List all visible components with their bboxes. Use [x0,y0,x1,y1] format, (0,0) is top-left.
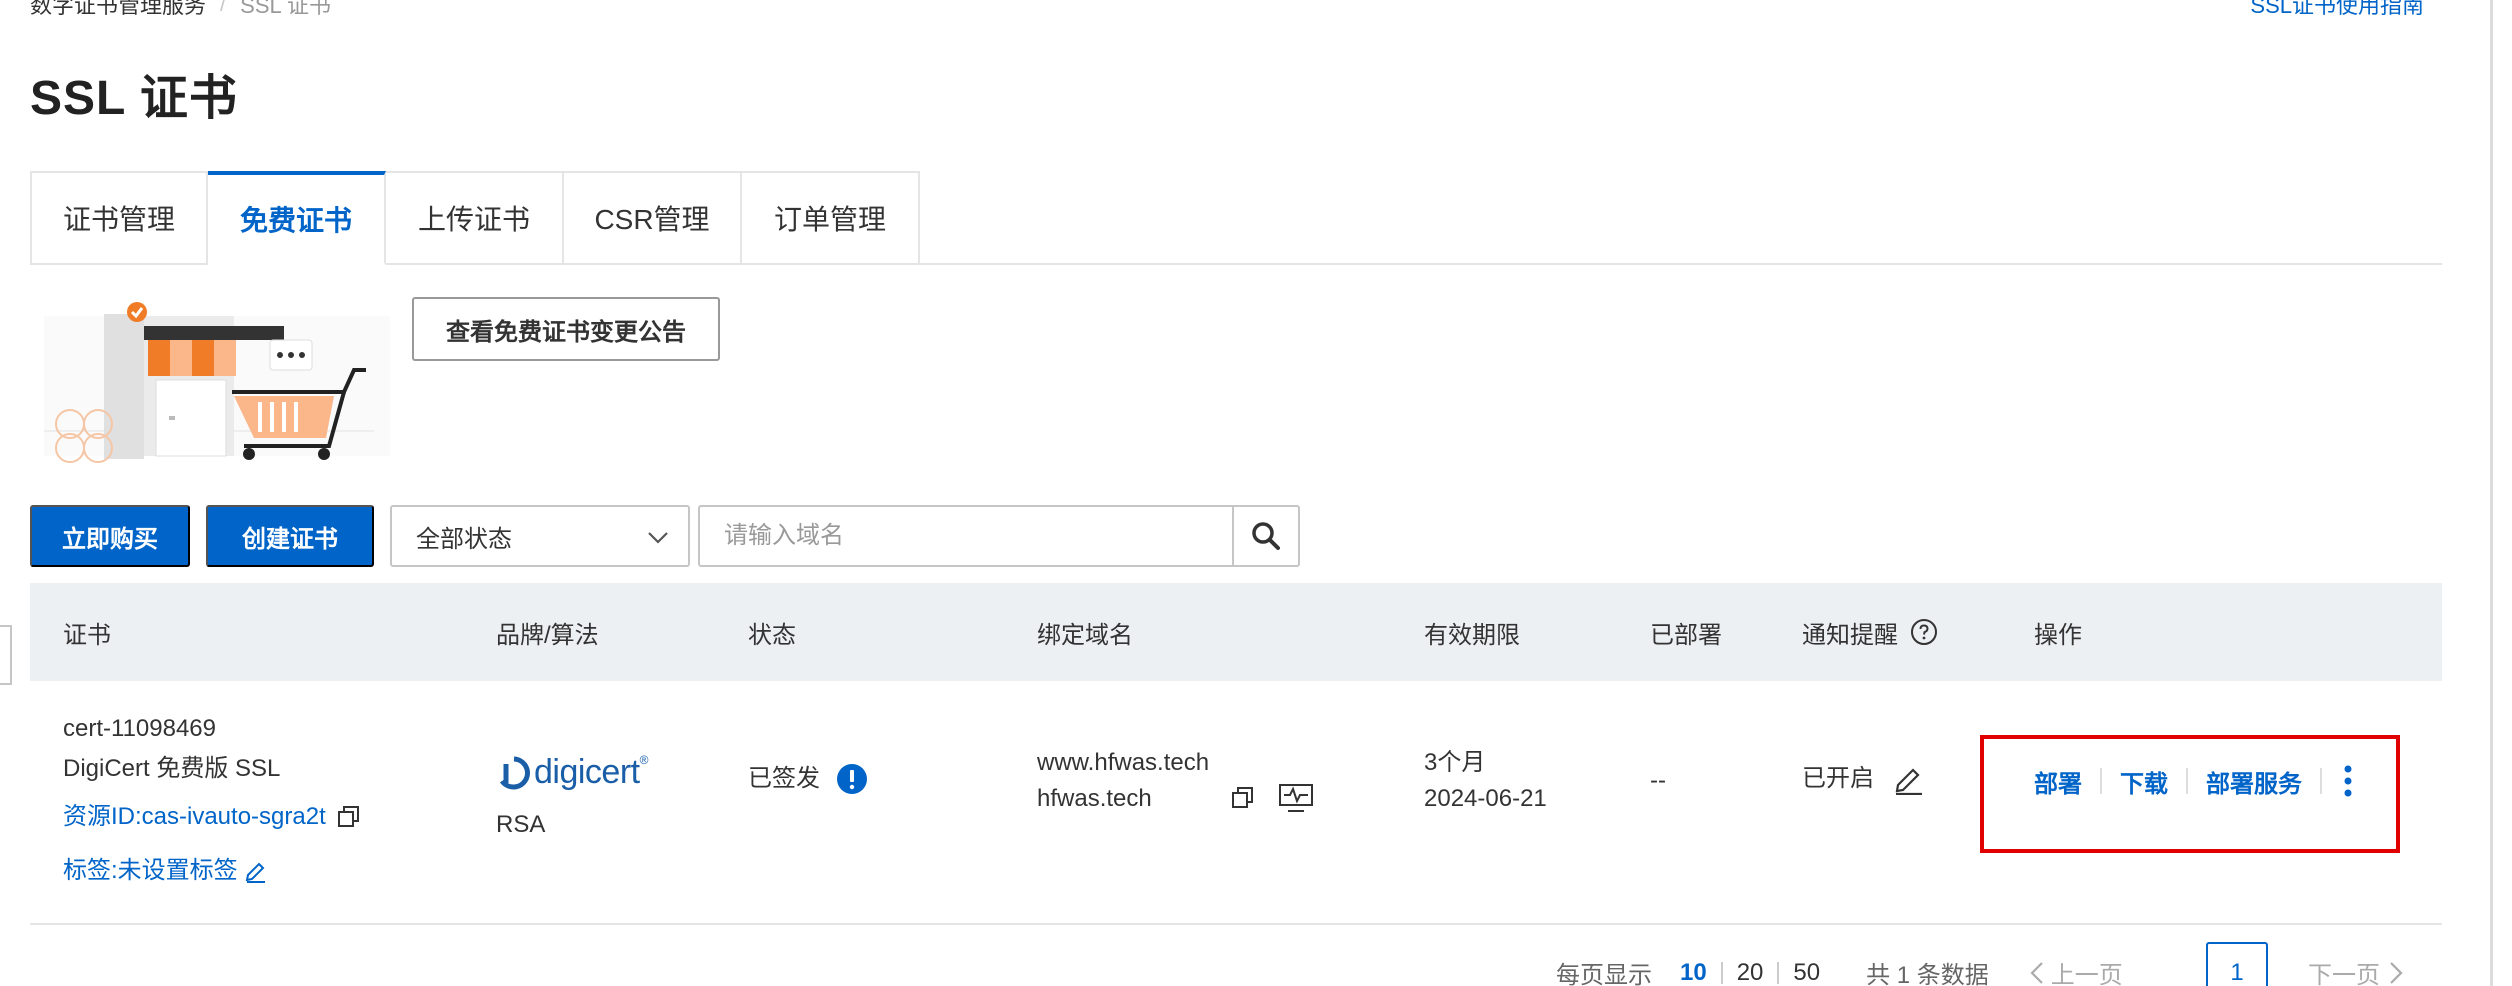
domain-2: hfwas.tech [1037,785,1152,812]
tab-bar: 证书管理 免费证书 上传证书 CSR管理 订单管理 [30,171,920,265]
tab-order-management[interactable]: 订单管理 [742,171,920,265]
info-icon[interactable] [836,763,868,795]
tab-upload-cert[interactable]: 上传证书 [386,171,564,265]
search-icon [1252,522,1280,550]
cert-id: cert-11098469 [63,715,216,742]
buy-now-button[interactable]: 立即购买 [30,505,190,567]
edit-tag-icon[interactable] [244,859,268,883]
domain-search [698,505,1300,567]
total-count: 共 1 条数据 [1866,962,1989,986]
col-deployed: 已部署 [1650,621,1722,649]
breadcrumb-parent[interactable]: 数字证书管理服务 [30,0,206,20]
table-header: 证书 品牌/算法 状态 绑定域名 有效期限 已部署 通知提醒 操作 [30,583,2442,681]
breadcrumb-separator: / [220,0,227,16]
digicert-logo-text: digicert [534,753,640,791]
next-page-label: 下一页 [2308,962,2380,986]
validity-date: 2024-06-21 [1424,785,1547,812]
shop-cart-illustration [44,302,390,463]
prev-page-label: 上一页 [2050,962,2123,986]
create-cert-button[interactable]: 创建证书 [206,505,374,567]
edit-icon[interactable] [1892,763,1924,795]
page-1-button[interactable]: 1 [2206,942,2268,986]
chevron-down-icon [648,532,668,544]
cert-product: DigiCert 免费版 SSL [63,755,281,782]
tab-csr-management[interactable]: CSR管理 [564,171,742,265]
notify-status: 已开启 [1802,765,1874,792]
per-page-label: 每页显示 [1556,962,1652,986]
view-notice-button[interactable]: 查看免费证书变更公告 [412,297,720,361]
col-cert: 证书 [63,621,111,649]
col-notify-label: 通知提醒 [1802,621,1898,649]
status-text: 已签发 [748,765,820,792]
status: 已签发 [748,759,868,799]
status-select-value: 全部状态 [416,525,512,553]
col-ops: 操作 [2034,621,2082,649]
copy-icon[interactable] [336,804,362,830]
page-size-divider [1720,961,1723,984]
page-size-50[interactable]: 50 [1793,959,1820,986]
deployed-value: -- [1650,767,1666,794]
registered-mark: ® [639,753,649,767]
ssl-guide-link[interactable]: SSL证书使用指南 [2250,0,2424,20]
status-select[interactable]: 全部状态 [390,505,690,567]
algorithm: RSA [496,811,546,838]
col-brand: 品牌/算法 [496,621,599,649]
sidebar-collapse-handle[interactable] [0,625,12,685]
resource-id-link[interactable]: 资源ID:cas-ivauto-sgra2t [63,797,326,837]
pagination: 每页显示 10 20 50 共 1 条数据 上一页 [1556,955,2123,986]
page-size-20[interactable]: 20 [1737,959,1764,986]
tab-free-cert[interactable]: 免费证书 [208,171,386,265]
tag-link[interactable]: 标签:未设置标签 [63,851,238,891]
monitor-icon[interactable] [1278,783,1314,813]
digicert-logo: digicert ® [496,753,648,792]
digicert-logo-mark [499,756,530,789]
cert-tag: 标签:未设置标签 [63,851,268,891]
resource-id: 资源ID:cas-ivauto-sgra2t [63,797,362,837]
search-button[interactable] [1232,507,1298,565]
scrollbar-edge [2490,0,2493,986]
help-icon[interactable] [1910,618,1938,646]
col-domain: 绑定域名 [1037,621,1133,649]
domain-1: www.hfwas.tech [1037,749,1210,776]
col-status: 状态 [748,621,796,649]
copy-domain-icon[interactable] [1230,785,1256,811]
prev-page-button[interactable]: 上一页 [2029,955,2123,986]
page-size-divider [1777,961,1780,984]
page-title: SSL 证书 [30,72,238,125]
tab-cert-management[interactable]: 证书管理 [30,171,208,265]
chevron-right-icon [2390,961,2403,984]
notify: 已开启 [1802,759,1924,799]
breadcrumb: 数字证书管理服务 / SSL 证书 [30,0,331,20]
col-notify: 通知提醒 [1802,583,1938,681]
domain-search-input[interactable] [700,507,1232,565]
page-size-10[interactable]: 10 [1680,959,1707,986]
actions-highlight-box [1980,735,2400,853]
next-page-button[interactable]: 下一页 [2308,955,2404,986]
col-validity: 有效期限 [1424,621,1520,649]
breadcrumb-current: SSL 证书 [240,0,332,18]
chevron-left-icon [2030,961,2043,984]
validity-term: 3个月 [1424,749,1486,776]
